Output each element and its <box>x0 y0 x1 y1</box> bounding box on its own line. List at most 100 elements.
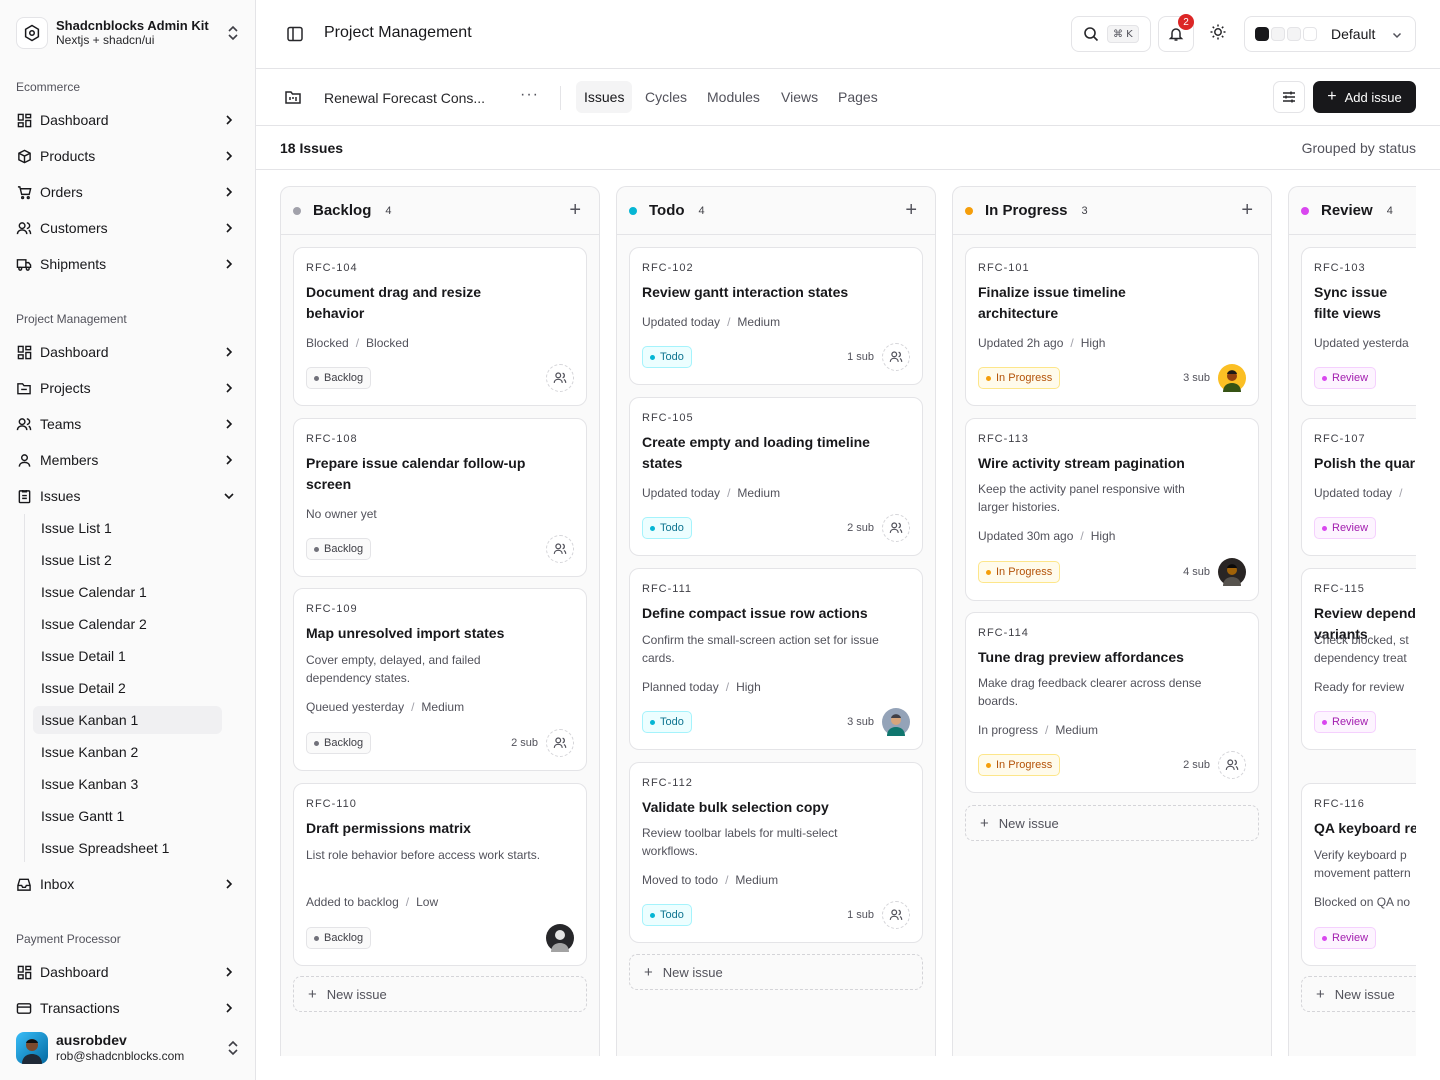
add-to-column-icon[interactable]: + <box>569 200 581 220</box>
new-issue-button[interactable]: + New issue <box>293 976 587 1012</box>
tab-pages[interactable]: Pages <box>830 81 886 113</box>
meta-primary: Updated today <box>642 486 721 500</box>
meta-secondary: High <box>1080 336 1106 350</box>
assign-users-icon[interactable] <box>546 364 574 392</box>
tab-views[interactable]: Views <box>773 81 826 113</box>
sub-issue-gantt-1[interactable]: Issue Gantt 1 <box>33 802 222 830</box>
sub-issue-detail-2[interactable]: Issue Detail 2 <box>33 674 222 702</box>
issue-card[interactable]: RFC-108 Prepare issue calendar follow-up… <box>293 418 587 577</box>
section-label-ecommerce: Ecommerce <box>16 80 81 94</box>
chevron-down-icon <box>1392 32 1402 39</box>
nav-members[interactable]: Members <box>16 446 242 474</box>
assignee-avatar[interactable] <box>1218 558 1246 586</box>
nav-issues[interactable]: Issues <box>16 482 242 510</box>
status-badge[interactable]: Review <box>1314 367 1377 389</box>
issue-card[interactable]: RFC-110 Draft permissions matrix List ro… <box>293 783 587 966</box>
user-menu[interactable]: ausrobdev rob@shadcnblocks.com <box>16 1031 244 1065</box>
nav-projects[interactable]: Projects <box>16 374 242 402</box>
status-badge[interactable]: In Progress <box>978 367 1061 389</box>
column-header: In Progress 3 + <box>953 187 1271 235</box>
assign-users-icon[interactable] <box>546 729 574 757</box>
issue-card[interactable]: RFC-112 Validate bulk selection copy Rev… <box>629 762 923 943</box>
sub-issue-kanban-3[interactable]: Issue Kanban 3 <box>33 770 222 798</box>
issue-meta: Added to backlog / Low <box>306 895 439 909</box>
more-icon[interactable]: ··· <box>520 86 539 104</box>
sidebar-toggle-icon[interactable] <box>286 25 304 43</box>
nav-inbox[interactable]: Inbox <box>16 870 242 898</box>
issue-card[interactable]: RFC-113 Wire activity stream pagination … <box>965 418 1259 601</box>
column-title: Backlog <box>313 202 372 219</box>
meta-secondary: Medium <box>737 315 781 329</box>
sub-issue-list-2[interactable]: Issue List 2 <box>33 546 222 574</box>
search-button[interactable]: ⌘ K <box>1071 16 1151 52</box>
sub-issue-spreadsheet-1[interactable]: Issue Spreadsheet 1 <box>33 834 222 862</box>
nav-ecommerce-dashboard[interactable]: Dashboard <box>16 106 242 134</box>
status-badge[interactable]: Todo <box>642 346 692 368</box>
theme-select[interactable]: Default <box>1244 16 1416 52</box>
status-badge[interactable]: Backlog <box>306 732 372 754</box>
sub-issue-calendar-2[interactable]: Issue Calendar 2 <box>33 610 222 638</box>
user-name: ausrobdev <box>56 1032 127 1048</box>
status-badge[interactable]: Review <box>1314 927 1377 949</box>
chevron-right-icon <box>226 1003 233 1013</box>
status-badge[interactable]: Todo <box>642 904 692 926</box>
sub-issue-detail-1[interactable]: Issue Detail 1 <box>33 642 222 670</box>
new-issue-button[interactable]: + New issue <box>965 805 1259 841</box>
status-badge[interactable]: Todo <box>642 517 692 539</box>
tab-modules[interactable]: Modules <box>699 81 768 113</box>
issue-card[interactable]: RFC-116 QA keyboard re Verify keyboard p… <box>1301 783 1416 966</box>
status-badge[interactable]: Backlog <box>306 538 372 560</box>
tab-cycles[interactable]: Cycles <box>637 81 695 113</box>
issue-card[interactable]: RFC-107 Polish the quar Updated today / R… <box>1301 418 1416 556</box>
new-issue-button[interactable]: + New issue <box>629 954 923 990</box>
sun-icon[interactable] <box>1208 22 1228 42</box>
assignee-avatar[interactable] <box>882 708 910 736</box>
status-badge[interactable]: Review <box>1314 517 1377 539</box>
assign-users-icon[interactable] <box>882 514 910 542</box>
issue-card[interactable]: RFC-102 Review gantt interaction states … <box>629 247 923 385</box>
project-name[interactable]: Renewal Forecast Cons... <box>324 90 485 106</box>
issue-card[interactable]: RFC-114 Tune drag preview affordances Ma… <box>965 612 1259 793</box>
team-switcher[interactable]: Shadcnblocks Admin Kit Nextjs + shadcn/u… <box>16 16 244 50</box>
status-badge[interactable]: Backlog <box>306 367 372 389</box>
nav-products[interactable]: Products <box>16 142 242 170</box>
nav-shipments[interactable]: Shipments <box>16 250 242 278</box>
add-to-column-icon[interactable]: + <box>1241 200 1253 220</box>
assign-users-icon[interactable] <box>546 535 574 563</box>
issue-card[interactable]: RFC-105 Create empty and loading timelin… <box>629 397 923 556</box>
issue-card[interactable]: RFC-103 Sync issue filte views Updated y… <box>1301 247 1416 406</box>
tab-issues[interactable]: Issues <box>576 81 633 113</box>
issue-card[interactable]: RFC-109 Map unresolved import states Cov… <box>293 588 587 771</box>
new-issue-button[interactable]: + New issue <box>1301 976 1416 1012</box>
add-issue-button[interactable]: + Add issue <box>1313 81 1416 113</box>
assignee-avatar[interactable] <box>1218 364 1246 392</box>
assignee-avatar[interactable] <box>546 924 574 952</box>
issue-card[interactable]: RFC-115 Review depend variants Check blo… <box>1301 568 1416 750</box>
assign-users-icon[interactable] <box>882 343 910 371</box>
status-badge[interactable]: Backlog <box>306 927 372 949</box>
status-badge[interactable]: Todo <box>642 711 692 733</box>
issue-card[interactable]: RFC-101 Finalize issue timeline architec… <box>965 247 1259 406</box>
status-badge[interactable]: In Progress <box>978 754 1061 776</box>
cart-icon <box>16 184 32 200</box>
nav-customers[interactable]: Customers <box>16 214 242 242</box>
nav-label: Members <box>40 452 99 468</box>
nav-pm-dashboard[interactable]: Dashboard <box>16 338 242 366</box>
sub-issue-list-1[interactable]: Issue List 1 <box>33 514 222 542</box>
submenu-rail <box>24 514 25 862</box>
status-badge[interactable]: In Progress <box>978 561 1061 583</box>
nav-pp-dashboard[interactable]: Dashboard <box>16 958 242 986</box>
issue-card[interactable]: RFC-111 Define compact issue row actions… <box>629 568 923 750</box>
sub-issue-calendar-1[interactable]: Issue Calendar 1 <box>33 578 222 606</box>
assign-users-icon[interactable] <box>882 901 910 929</box>
nav-transactions[interactable]: Transactions <box>16 994 242 1022</box>
display-settings-button[interactable] <box>1273 81 1305 113</box>
nav-teams[interactable]: Teams <box>16 410 242 438</box>
status-badge[interactable]: Review <box>1314 711 1377 733</box>
add-to-column-icon[interactable]: + <box>905 200 917 220</box>
sub-issue-kanban-2[interactable]: Issue Kanban 2 <box>33 738 222 766</box>
issue-card[interactable]: RFC-104 Document drag and resize behavio… <box>293 247 587 406</box>
nav-orders[interactable]: Orders <box>16 178 242 206</box>
assign-users-icon[interactable] <box>1218 751 1246 779</box>
sub-issue-kanban-1[interactable]: Issue Kanban 1 <box>33 706 222 734</box>
